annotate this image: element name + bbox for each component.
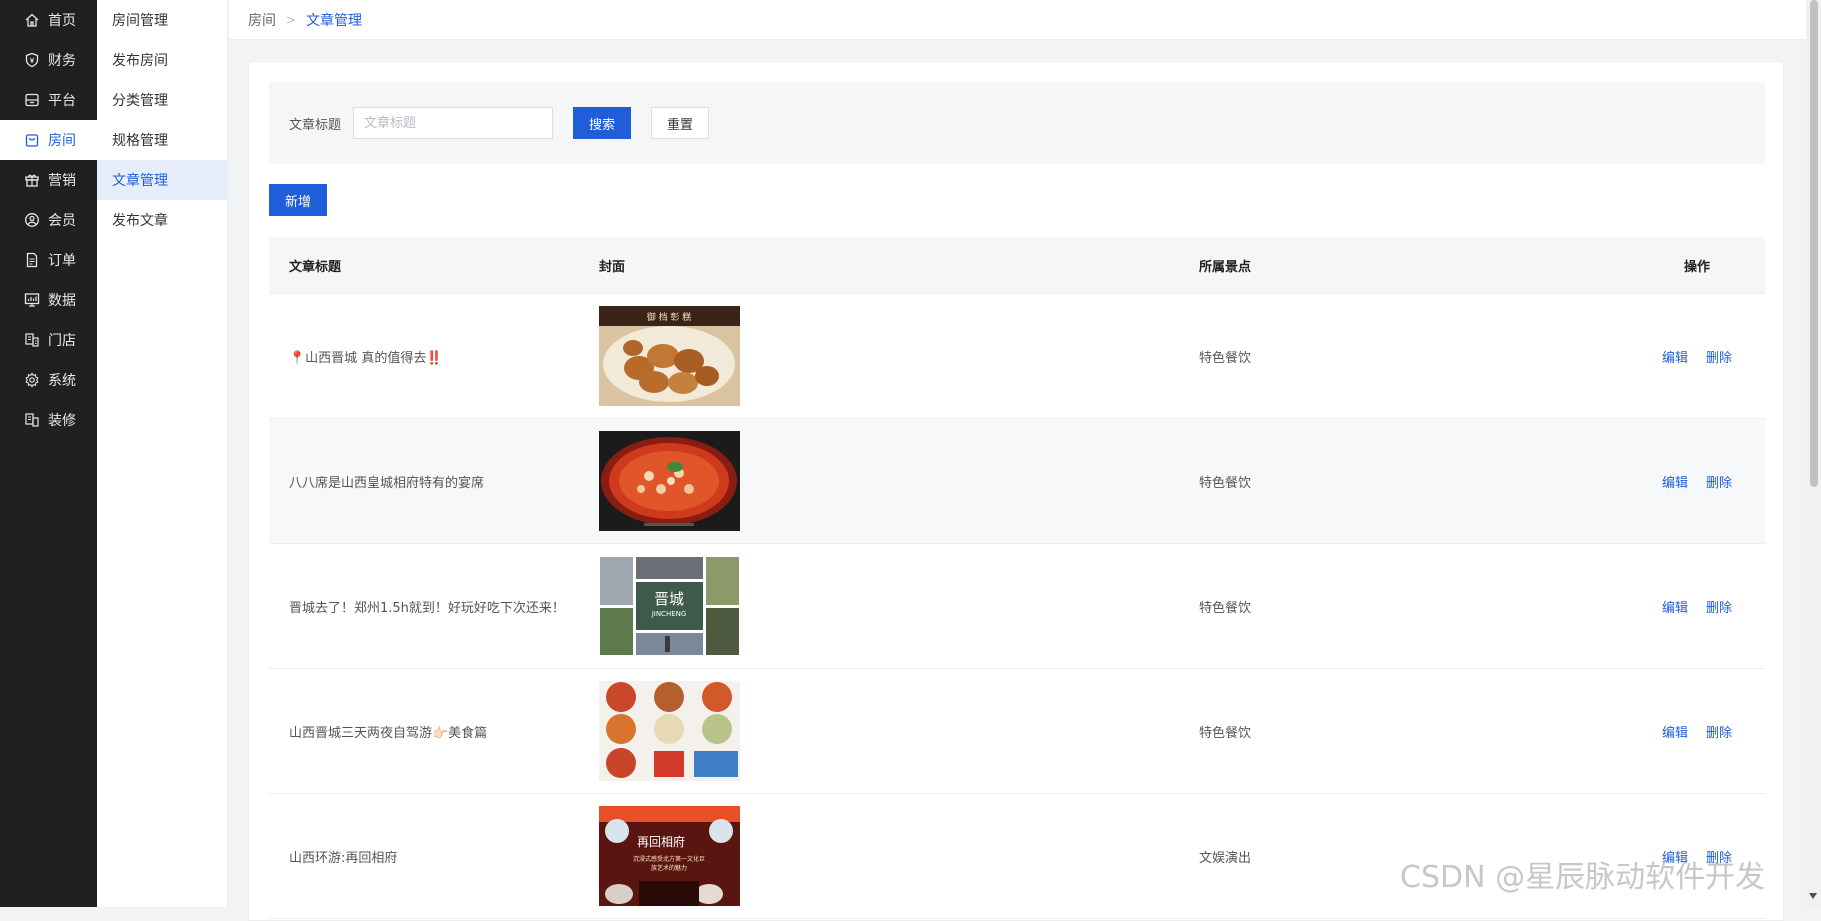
search-label: 文章标题 [289,117,342,133]
nav-item-label: 会员 [48,213,76,229]
breadcrumb-parent[interactable]: 房间 [248,10,276,30]
column-header-actions: 操作 [1683,259,1710,275]
article-spot: 特色餐饮 [1199,600,1252,616]
cover-collage-title: 晋城 [654,590,684,608]
cover-collage-subtitle: JINCHENG [651,610,687,618]
main-sidebar: 首页 财务 平台 房间 营销 会员 订单 数据 门店 系统 装修 [0,0,97,907]
layers-icon [24,412,40,428]
scroll-down-arrow-icon[interactable] [1809,893,1817,899]
nav-item-label: 订单 [48,253,76,269]
delete-link[interactable]: 删除 [1706,597,1732,616]
nav-item-decoration[interactable]: 装修 [0,400,97,440]
cover-image-red-soup [599,431,740,531]
article-spot: 特色餐饮 [1199,725,1252,741]
shield-icon [24,52,40,68]
search-panel: 文章标题 搜索 重置 [269,82,1765,164]
watermark: CSDN @星辰脉动软件开发 [1400,860,1766,895]
table-row: 📍山西晋城 真的值得去‼️ 御 档 彰 糕 特色餐饮 编辑 删除 [269,294,1765,419]
search-input[interactable] [353,107,554,139]
cover-image-stage-show: 再回相府 沉浸式感受北方第一文化巨 族艺术的魅力 [599,806,740,906]
content-card: 文章标题 搜索 重置 新增 文章标题 封面 所属景点 操作 📍山西晋城 真的值得… [248,61,1784,921]
subnav-item-room-manage[interactable]: 房间管理 [97,0,227,40]
nav-item-data[interactable]: 数据 [0,280,97,320]
article-title: 八八席是山西皇城相府特有的宴席 [289,475,485,491]
nav-item-order[interactable]: 订单 [0,240,97,280]
cover-image-pastry: 御 档 彰 糕 [599,306,740,406]
nav-item-label: 平台 [48,93,76,109]
edit-link[interactable]: 编辑 [1662,597,1688,616]
chart-icon [24,292,40,308]
chevron-right-icon: > [286,12,297,27]
nav-item-label: 房间 [48,133,76,149]
subnav-item-publish-room[interactable]: 发布房间 [97,40,227,80]
user-circle-icon [24,212,40,228]
article-title: 山西晋城三天两夜自驾游👉🏻美食篇 [289,725,488,741]
add-article-button[interactable]: 新增 [269,184,328,216]
cover-stage-title: 再回相府 [637,834,685,849]
scrollbar-thumb[interactable] [1810,0,1818,487]
column-header-spot: 所属景点 [1199,259,1252,275]
document-icon [24,252,40,268]
nav-item-system[interactable]: 系统 [0,360,97,400]
search-button[interactable]: 搜索 [573,107,632,139]
nav-item-label: 系统 [48,373,76,389]
reset-button[interactable]: 重置 [651,107,710,139]
table-row: 山西晋城三天两夜自驾游👉🏻美食篇 特色餐饮 编辑 删除 [269,669,1765,794]
article-spot: 特色餐饮 [1199,475,1252,491]
subnav-item-article-manage[interactable]: 文章管理 [97,160,227,200]
nav-item-label: 门店 [48,333,76,349]
subnav-item-spec-manage[interactable]: 规格管理 [97,120,227,160]
gift-icon [24,172,40,188]
breadcrumb-current: 文章管理 [306,12,363,29]
article-spot: 特色餐饮 [1199,350,1252,366]
delete-link[interactable]: 删除 [1706,347,1732,366]
nav-item-finance[interactable]: 财务 [0,40,97,80]
article-table: 文章标题 封面 所属景点 操作 📍山西晋城 真的值得去‼️ 御 档 彰 糕 特色… [269,237,1765,919]
cover-pastry-caption: 御 档 彰 糕 [647,311,692,323]
nav-item-label: 财务 [48,53,76,69]
edit-link[interactable]: 编辑 [1662,347,1688,366]
home-icon [24,12,40,28]
table-row: 晋城去了！郑州1.5h就到！好玩好吃下次还来！ 晋城 JINCHENG 特色餐饮… [269,544,1765,669]
bag-icon [24,132,40,148]
delete-link[interactable]: 删除 [1706,472,1732,491]
column-header-title: 文章标题 [289,259,342,275]
sub-sidebar: 房间管理 发布房间 分类管理 规格管理 文章管理 发布文章 [97,0,228,907]
subnav-item-category-manage[interactable]: 分类管理 [97,80,227,120]
box-icon [24,92,40,108]
nav-item-label: 营销 [48,173,76,189]
nav-item-label: 装修 [48,413,76,429]
gear-icon [24,372,40,388]
nav-item-label: 数据 [48,293,76,309]
cover-image-jincheng-collage: 晋城 JINCHENG [599,556,740,656]
table-header: 文章标题 封面 所属景点 操作 [269,237,1765,294]
edit-link[interactable]: 编辑 [1662,472,1688,491]
nav-item-platform[interactable]: 平台 [0,80,97,120]
nav-item-store[interactable]: 门店 [0,320,97,360]
article-title: 晋城去了！郑州1.5h就到！好玩好吃下次还来！ [289,600,565,616]
table-row: 八八席是山西皇城相府特有的宴席 特色餐饮 编辑 删除 [269,419,1765,544]
nav-item-label: 首页 [48,13,76,29]
store-icon [24,332,40,348]
cover-stage-subtitle-2: 族艺术的魅力 [651,864,687,872]
nav-item-marketing[interactable]: 营销 [0,160,97,200]
column-header-cover: 封面 [599,259,626,275]
nav-item-home[interactable]: 首页 [0,0,97,40]
edit-link[interactable]: 编辑 [1662,722,1688,741]
article-title: 山西环游:再回相府 [289,850,398,866]
breadcrumb: 房间 > 文章管理 [229,0,1806,40]
cover-stage-subtitle: 沉浸式感受北方第一文化巨 [633,855,705,863]
delete-link[interactable]: 删除 [1706,722,1732,741]
article-title: 📍山西晋城 真的值得去‼️ [289,350,443,366]
nav-item-room[interactable]: 房间 [0,120,97,160]
nav-item-member[interactable]: 会员 [0,200,97,240]
cover-image-food-collage [599,681,740,781]
subnav-item-publish-article[interactable]: 发布文章 [97,200,227,240]
